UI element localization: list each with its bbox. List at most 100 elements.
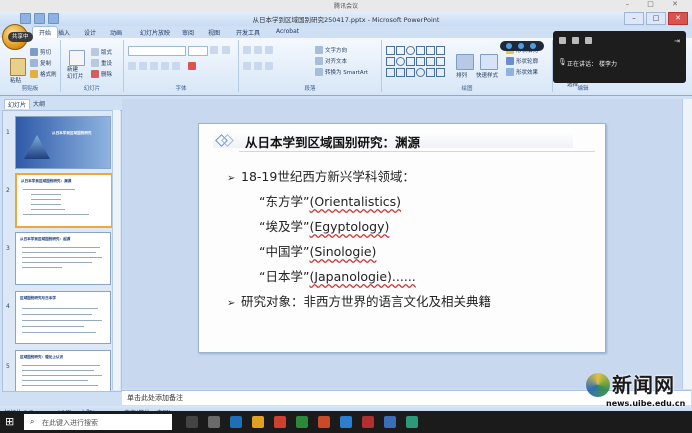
- shadow-icon[interactable]: [172, 62, 180, 70]
- thumbnails-scrollbar[interactable]: [112, 110, 120, 390]
- slides-group: 新建 幻灯片 版式 重设 删除 幻灯片: [61, 40, 124, 92]
- paste-icon[interactable]: [10, 58, 26, 76]
- align-text-button[interactable]: 对齐文本: [325, 57, 347, 65]
- grid-icon[interactable]: [572, 37, 579, 44]
- align-center-icon[interactable]: [254, 62, 262, 70]
- new-slide-icon[interactable]: [69, 50, 85, 66]
- tab-acrobat[interactable]: Acrobat: [276, 28, 299, 35]
- text-direction-button[interactable]: 文字方向: [325, 46, 347, 54]
- shape-effect-icon[interactable]: [506, 68, 514, 76]
- folder-icon[interactable]: [252, 416, 264, 428]
- tab-view[interactable]: 视图: [208, 28, 220, 37]
- underline-icon[interactable]: [150, 62, 158, 70]
- quick-styles-button[interactable]: 快速样式: [476, 71, 498, 79]
- font-name-field[interactable]: [128, 46, 186, 56]
- font-color-icon[interactable]: [188, 62, 196, 70]
- redo-icon[interactable]: [48, 13, 59, 24]
- smartart-icon[interactable]: [315, 68, 323, 76]
- undo-icon[interactable]: [34, 13, 45, 24]
- bold-icon[interactable]: [128, 62, 136, 70]
- share-icon[interactable]: [530, 43, 536, 49]
- word-icon[interactable]: [384, 416, 396, 428]
- cut-button[interactable]: 剪切: [40, 48, 51, 56]
- smartart-button[interactable]: 转换为 SmartArt: [325, 68, 368, 76]
- thumb-title: 区域国别研究：理论上认识: [20, 355, 64, 359]
- tab-slides[interactable]: 幻灯片: [4, 99, 31, 109]
- tab-slideshow[interactable]: 幻灯片放映: [140, 28, 170, 37]
- grow-font-icon[interactable]: [210, 46, 218, 54]
- cut-icon[interactable]: [30, 48, 38, 56]
- chrome-icon[interactable]: [274, 416, 286, 428]
- layout-button[interactable]: 版式: [101, 48, 112, 56]
- delete-icon[interactable]: [91, 70, 99, 78]
- wechat-icon[interactable]: [296, 416, 308, 428]
- more-icon[interactable]: ⇥: [674, 37, 680, 45]
- thumbnail-slide-1[interactable]: 从日本学到区域国别研究: [15, 116, 111, 169]
- font-label: 字体: [175, 86, 187, 92]
- shape-effect-button[interactable]: 形状效果: [516, 68, 538, 76]
- font-size-field[interactable]: [188, 46, 208, 56]
- tab-animations[interactable]: 动画: [110, 28, 122, 37]
- meeting-icon[interactable]: [340, 416, 352, 428]
- shapes-gallery[interactable]: [386, 46, 445, 77]
- windows-start-icon[interactable]: ⊞: [5, 415, 14, 428]
- copy-icon[interactable]: [30, 59, 38, 67]
- maximize-button[interactable]: □: [646, 12, 666, 25]
- edge-icon[interactable]: [230, 416, 242, 428]
- tab-review[interactable]: 审阅: [182, 28, 194, 37]
- align-right-icon[interactable]: [265, 62, 273, 70]
- reset-icon[interactable]: [91, 59, 99, 67]
- taskbar-search[interactable]: ⌕ 在此键入进行搜索: [24, 414, 172, 430]
- thumbnail-slide-3[interactable]: 从日本学到区域国别研究：起源: [15, 232, 111, 285]
- list-icon[interactable]: [585, 37, 592, 44]
- italic-icon[interactable]: [139, 62, 147, 70]
- align-text-icon[interactable]: [315, 57, 323, 65]
- arrange-button[interactable]: 排列: [456, 71, 467, 79]
- app-icon-2[interactable]: [406, 416, 418, 428]
- bullet-1-text: 18-19世纪西方新兴学科领域：: [241, 169, 415, 184]
- thumbnail-slide-4[interactable]: 区域国别研究与日本学: [15, 291, 111, 344]
- close-button[interactable]: ✕: [668, 12, 688, 25]
- mic-icon[interactable]: [506, 43, 512, 49]
- shrink-font-icon[interactable]: [222, 46, 230, 54]
- tab-design[interactable]: 设计: [84, 28, 96, 37]
- powerpoint-icon[interactable]: [318, 416, 330, 428]
- tab-developer[interactable]: 开发工具: [236, 28, 260, 37]
- indent-icon[interactable]: [265, 46, 273, 54]
- text-direction-icon[interactable]: [315, 46, 323, 54]
- canvas-scrollbar[interactable]: [682, 99, 692, 389]
- camera-icon[interactable]: [559, 37, 566, 44]
- quick-styles-icon[interactable]: [480, 54, 498, 70]
- window-title: 从日本学到区域国别研究250417.pptx - Microsoft Power…: [252, 16, 440, 24]
- tab-outline[interactable]: 大纲: [30, 99, 48, 108]
- reset-button[interactable]: 重设: [101, 59, 112, 67]
- acrobat-icon[interactable]: [362, 416, 374, 428]
- meeting-toolbar-chip[interactable]: [500, 41, 544, 51]
- save-icon[interactable]: [20, 13, 31, 24]
- delete-button[interactable]: 删除: [101, 70, 112, 78]
- strikethrough-icon[interactable]: [161, 62, 169, 70]
- align-left-icon[interactable]: [243, 62, 251, 70]
- bullets-icon[interactable]: [243, 46, 251, 54]
- minimize-button[interactable]: –: [624, 12, 644, 25]
- current-slide[interactable]: 从日本学到区域国别研究：渊源 ➢ 18-19世纪西方新兴学科领域： “东方学”(O…: [198, 123, 606, 353]
- copy-button[interactable]: 复制: [40, 59, 51, 67]
- camera-icon[interactable]: [518, 43, 524, 49]
- arrange-icon[interactable]: [456, 54, 474, 70]
- layout-icon[interactable]: [91, 48, 99, 56]
- tab-insert[interactable]: 插入: [58, 28, 70, 37]
- meeting-window-controls[interactable]: – □ ✕: [626, 0, 686, 8]
- shape-outline-icon[interactable]: [506, 57, 514, 65]
- shape-outline-button[interactable]: 形状轮廓: [516, 57, 538, 65]
- new-slide-button[interactable]: 新建 幻灯片: [67, 67, 84, 81]
- thumbnail-slide-5[interactable]: 区域国别研究：理论上认识: [15, 350, 111, 391]
- thumbnail-slide-2[interactable]: 从日本学到区域国别研究：渊源: [15, 173, 113, 228]
- sidebar-tabs: 幻灯片 大纲: [2, 99, 120, 109]
- app-icon[interactable]: [208, 416, 220, 428]
- paste-button[interactable]: 粘贴: [10, 76, 21, 84]
- numbering-icon[interactable]: [254, 46, 262, 54]
- format-painter-icon[interactable]: [30, 70, 38, 78]
- sub-item-cn: “东方学”: [259, 194, 310, 209]
- format-painter-button[interactable]: 格式刷: [40, 70, 57, 78]
- task-view-icon[interactable]: [186, 416, 198, 428]
